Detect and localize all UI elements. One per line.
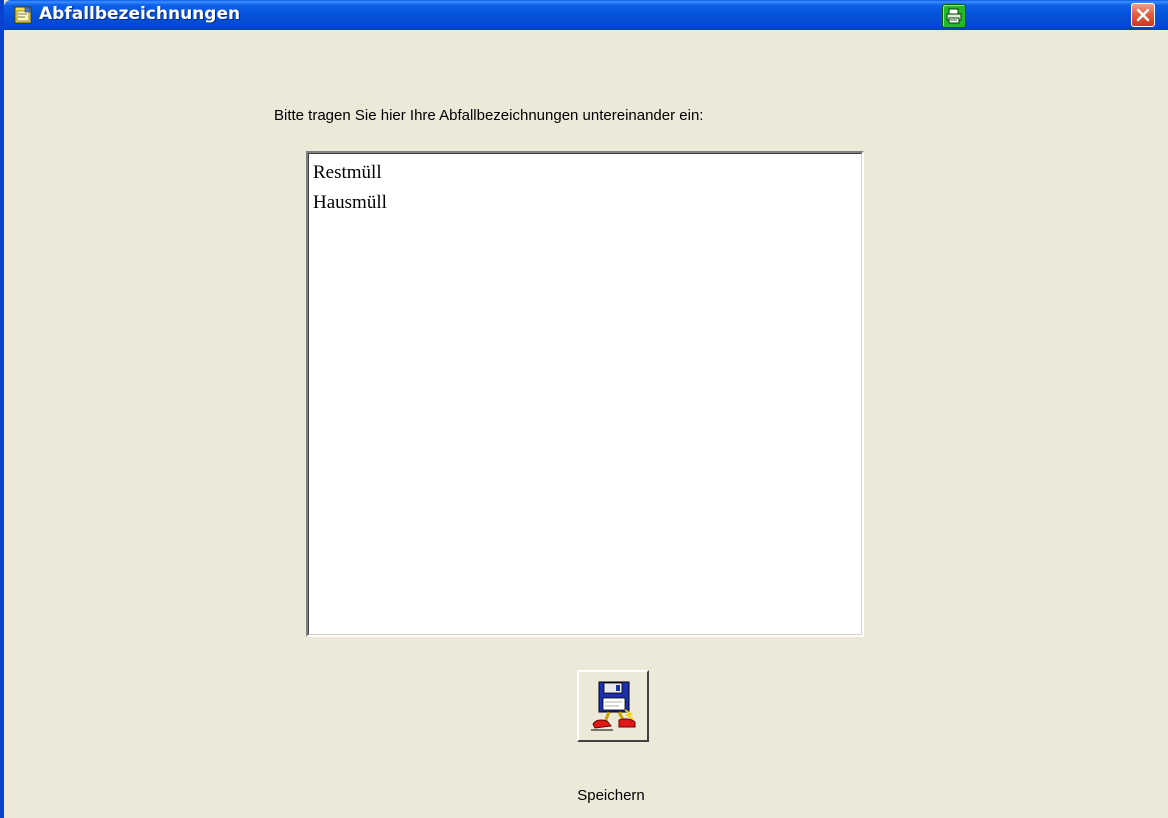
dialog-body: Bitte tragen Sie hier Ihre Abfallbezeich…	[4, 30, 1168, 818]
application-window: Abfallbezeichnungen Bitte tragen Sie hie…	[0, 0, 1168, 818]
window-title: Abfallbezeichnungen	[39, 4, 241, 24]
notepad-icon	[14, 6, 32, 24]
close-button[interactable]	[1131, 3, 1155, 27]
textarea-line[interactable]: Hausmüll	[313, 188, 857, 218]
textarea-content[interactable]: Restmüll Hausmüll	[308, 153, 862, 635]
textarea-line[interactable]: Restmüll	[313, 158, 857, 188]
waste-names-textarea[interactable]: Restmüll Hausmüll	[306, 151, 864, 637]
save-button[interactable]	[577, 670, 649, 742]
save-button-label: Speichern	[577, 787, 645, 804]
instruction-label: Bitte tragen Sie hier Ihre Abfallbezeich…	[274, 107, 704, 124]
title-bar[interactable]: Abfallbezeichnungen	[4, 0, 1168, 30]
print-button[interactable]	[942, 4, 966, 28]
